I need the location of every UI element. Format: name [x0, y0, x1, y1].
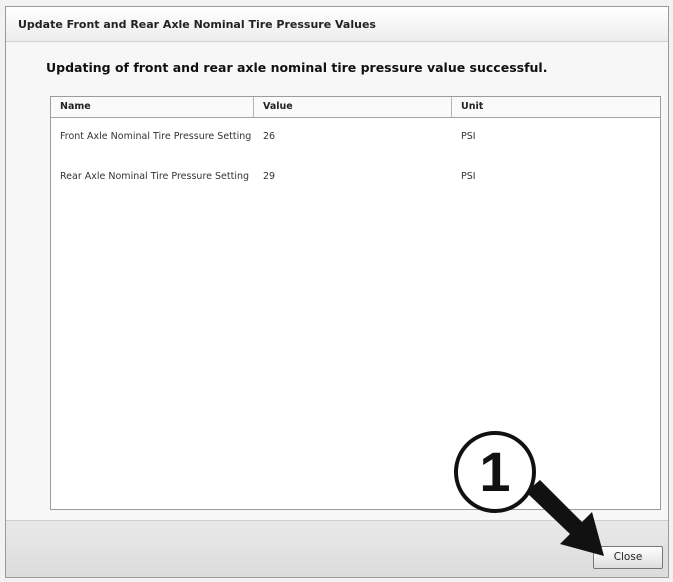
column-header-unit[interactable]: Unit: [461, 101, 483, 112]
cell-name: Front Axle Nominal Tire Pressure Setting: [60, 131, 252, 142]
column-divider[interactable]: [253, 97, 254, 117]
window-title: Update Front and Rear Axle Nominal Tire …: [18, 18, 376, 31]
column-header-value[interactable]: Value: [263, 101, 293, 112]
cell-unit: PSI: [461, 131, 476, 142]
status-message: Updating of front and rear axle nominal …: [46, 60, 548, 75]
cell-unit: PSI: [461, 171, 476, 182]
column-header-name[interactable]: Name: [60, 101, 91, 112]
title-bar: Update Front and Rear Axle Nominal Tire …: [6, 7, 668, 42]
table-header: Name Value Unit: [51, 97, 660, 118]
cell-name: Rear Axle Nominal Tire Pressure Setting: [60, 171, 250, 182]
results-table: Name Value Unit Front Axle Nominal Tire …: [50, 96, 661, 510]
column-divider[interactable]: [451, 97, 452, 117]
pointer-arrow-icon: [526, 480, 604, 556]
cell-value: 29: [263, 171, 276, 182]
cell-value: 26: [263, 131, 276, 142]
